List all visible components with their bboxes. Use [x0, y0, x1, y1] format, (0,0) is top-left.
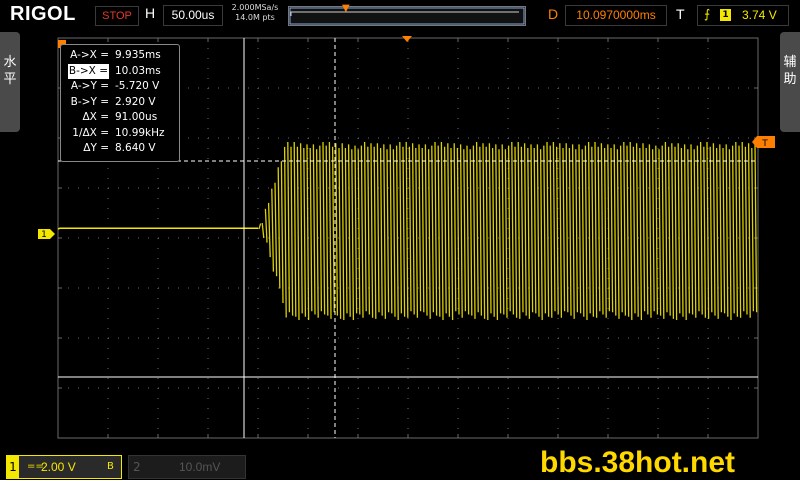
trigger-position-marker	[402, 36, 412, 42]
cursor-readout-row: ΔY = 8.640 V	[61, 141, 179, 157]
bandwidth-limit-indicator: B	[107, 461, 114, 472]
cursor-readout-row: 1/ΔX = 10.99kHz	[61, 126, 179, 142]
ch1-baseline	[57, 227, 258, 230]
svg-text:T: T	[761, 139, 768, 149]
ch2-settings[interactable]: 2 10.0mV	[128, 455, 246, 479]
cursor-readout-row: ΔX = 91.00us	[61, 110, 179, 126]
ch2-number: 2	[133, 460, 141, 474]
svg-text:1: 1	[41, 230, 47, 240]
ch1-scale: 2.00 V	[41, 460, 76, 474]
cursor-readout-value: 8.640 V	[115, 142, 156, 154]
ch1-waveform	[57, 141, 758, 321]
cursor-readout-row: B->Y = 2.920 V	[61, 95, 179, 111]
ch1-ground-marker[interactable]: 1	[38, 229, 55, 240]
cursor-measurement-panel: A->X = 9.935ms B->X = 10.03ms A->Y = -5.720 V…	[60, 44, 180, 162]
cursor-readout-label: B->X =	[67, 63, 109, 79]
cursor-readout-value: 10.99kHz	[115, 126, 165, 139]
cursor-readout-value: -5.720 V	[115, 80, 160, 92]
ch1-number: 1	[7, 456, 19, 478]
cursor-readout-label: ΔX =	[82, 111, 109, 123]
cursor-readout-value: 10.03ms	[115, 64, 161, 77]
cursor-readout-label: B->Y =	[70, 95, 109, 108]
cursor-readout-label: 1/ΔX =	[72, 126, 109, 139]
cursor-readout-value: 91.00us	[115, 111, 158, 123]
cursor-readout-value: 9.935ms	[115, 49, 161, 61]
watermark: bbs.38hot.net	[540, 446, 736, 479]
cursor-readout-row: B->X = 10.03ms	[61, 63, 179, 79]
cursor-readout-row: A->X = 9.935ms	[61, 48, 179, 64]
cursor-readout-label: A->Y =	[70, 80, 109, 92]
cursor-readout-row: A->Y = -5.720 V	[61, 79, 179, 95]
cursor-readout-label: A->X =	[70, 49, 109, 61]
cursor-readout-label: ΔY =	[83, 142, 109, 154]
ch2-scale: 10.0mV	[179, 460, 221, 474]
cursor-readout-value: 2.920 V	[115, 95, 156, 108]
ch1-settings[interactable]: 1 == 2.00 V B	[6, 455, 122, 479]
